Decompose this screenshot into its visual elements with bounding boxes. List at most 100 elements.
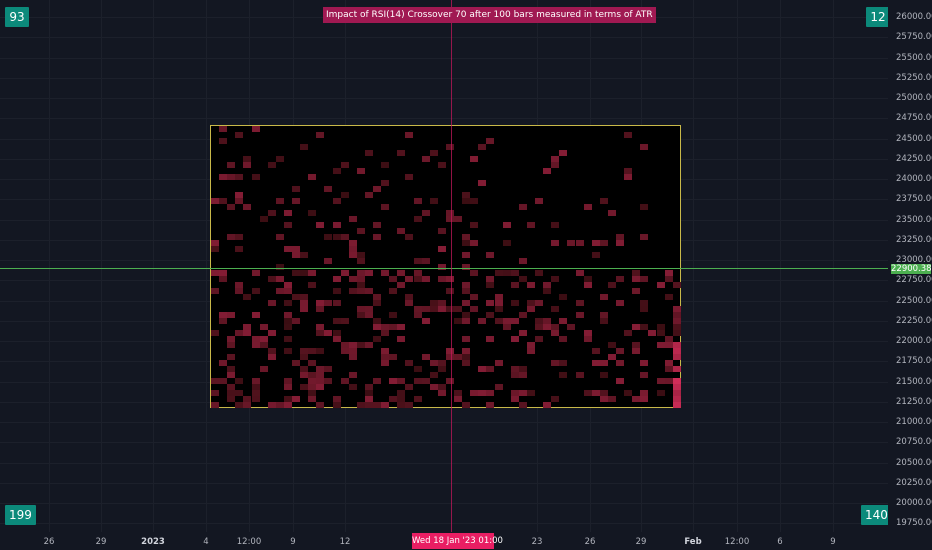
heatmap-cell bbox=[437, 276, 446, 282]
heatmap-cell bbox=[575, 300, 584, 306]
price-tick-label: 22750.00 bbox=[896, 275, 932, 286]
heatmap-cell bbox=[437, 228, 446, 234]
heatmap-cell bbox=[373, 378, 381, 384]
heatmap-cell bbox=[543, 168, 552, 174]
heatmap-cell bbox=[300, 270, 309, 276]
heatmap-cell bbox=[462, 318, 471, 324]
heatmap-cell bbox=[413, 366, 422, 372]
heatmap-cell bbox=[381, 270, 390, 276]
heatmap-cell bbox=[454, 396, 462, 402]
heatmap-cell bbox=[470, 156, 479, 162]
heatmap-cell bbox=[227, 354, 236, 360]
heatmap-cell bbox=[478, 390, 487, 396]
heatmap-cell bbox=[462, 300, 471, 306]
grid-line-horizontal bbox=[0, 422, 888, 423]
price-tick-label: 24500.00 bbox=[896, 133, 932, 144]
current-price-label: 22900.38 bbox=[891, 264, 932, 274]
grid-line-horizontal bbox=[0, 442, 888, 443]
heatmap-cell bbox=[259, 366, 268, 372]
heatmap-cell bbox=[518, 390, 527, 396]
heatmap-cell bbox=[543, 288, 552, 294]
heatmap-cell bbox=[316, 402, 325, 408]
heatmap-cell bbox=[308, 396, 317, 402]
heatmap-cell bbox=[389, 324, 398, 330]
heatmap-cell bbox=[356, 342, 365, 348]
price-tick-label: 24250.00 bbox=[896, 153, 932, 164]
heatmap-cell bbox=[211, 270, 219, 276]
chart-pane[interactable]: Impact of RSI(14) Crossover 70 after 100… bbox=[0, 0, 888, 532]
heatmap-cell bbox=[599, 294, 608, 300]
time-tick-label: 9 bbox=[290, 537, 296, 547]
heatmap-cell bbox=[526, 306, 535, 312]
heatmap-cell bbox=[672, 366, 681, 372]
heatmap-cell bbox=[300, 144, 309, 150]
heatmap-cell bbox=[389, 354, 398, 360]
heatmap-cell bbox=[251, 270, 260, 276]
heatmap-cell bbox=[624, 174, 633, 180]
heatmap-cell bbox=[300, 372, 309, 378]
heatmap-cell bbox=[535, 198, 543, 204]
heatmap-cell bbox=[575, 312, 584, 318]
heatmap-cell bbox=[591, 390, 600, 396]
heatmap-cell bbox=[364, 192, 373, 198]
heatmap-cell bbox=[332, 276, 341, 282]
heatmap-cell bbox=[251, 396, 260, 402]
heatmap-cell bbox=[292, 360, 300, 366]
heatmap-cell bbox=[535, 300, 543, 306]
heatmap-cell bbox=[470, 306, 479, 312]
heatmap-cell bbox=[292, 186, 300, 192]
bottom-left-count-badge: 199 bbox=[5, 505, 36, 525]
heatmap-cell bbox=[510, 282, 519, 288]
heatmap-cell bbox=[535, 336, 543, 342]
heatmap-cell bbox=[632, 276, 641, 282]
heatmap-cell bbox=[445, 216, 454, 222]
heatmap-cell bbox=[308, 270, 317, 276]
heatmap-cell bbox=[445, 354, 454, 360]
heatmap-cell bbox=[397, 228, 406, 234]
heatmap-cell bbox=[526, 282, 535, 288]
heatmap-cell bbox=[486, 366, 495, 372]
heatmap-cell bbox=[624, 132, 633, 138]
heatmap-cell bbox=[300, 354, 309, 360]
heatmap-cell bbox=[551, 360, 560, 366]
heatmap-cell bbox=[607, 342, 616, 348]
heatmap-cell bbox=[429, 360, 438, 366]
price-tick-label: 21500.00 bbox=[896, 376, 932, 387]
heatmap-cell bbox=[332, 300, 341, 306]
heatmap-cell bbox=[656, 330, 665, 336]
time-tick-label: 12:00 bbox=[236, 537, 262, 547]
price-tick-label: 22000.00 bbox=[896, 336, 932, 346]
heatmap-cell bbox=[591, 348, 600, 354]
heatmap-cell bbox=[348, 384, 357, 390]
heatmap-cell bbox=[413, 312, 422, 318]
heatmap-cell bbox=[429, 384, 438, 390]
heatmap-cell bbox=[551, 222, 560, 228]
heatmap-cell bbox=[664, 378, 673, 384]
heatmap-box bbox=[210, 125, 681, 408]
heatmap-cell bbox=[316, 384, 325, 390]
grid-line-horizontal bbox=[0, 503, 888, 504]
heatmap-cell bbox=[283, 300, 292, 306]
heatmap-cell bbox=[413, 198, 422, 204]
heatmap-cell bbox=[437, 162, 446, 168]
heatmap-cell bbox=[640, 324, 649, 330]
heatmap-cell bbox=[454, 318, 462, 324]
heatmap-cell bbox=[373, 300, 381, 306]
heatmap-cell bbox=[275, 288, 284, 294]
heatmap-cell bbox=[308, 174, 317, 180]
grid-line-vertical bbox=[49, 0, 50, 532]
heatmap-cell bbox=[551, 162, 560, 168]
heatmap-cell bbox=[397, 402, 406, 408]
top-left-count-badge: 93 bbox=[5, 7, 29, 27]
heatmap-cell bbox=[575, 270, 584, 276]
heatmap-cell bbox=[405, 300, 414, 306]
heatmap-cell bbox=[421, 276, 430, 282]
heatmap-cell bbox=[235, 132, 244, 138]
heatmap-cell bbox=[235, 330, 244, 336]
heatmap-cell bbox=[211, 402, 219, 408]
heatmap-cell bbox=[445, 306, 454, 312]
heatmap-cell bbox=[348, 288, 357, 294]
heatmap-cell bbox=[267, 402, 276, 408]
heatmap-cell bbox=[316, 132, 325, 138]
heatmap-cell bbox=[381, 360, 390, 366]
